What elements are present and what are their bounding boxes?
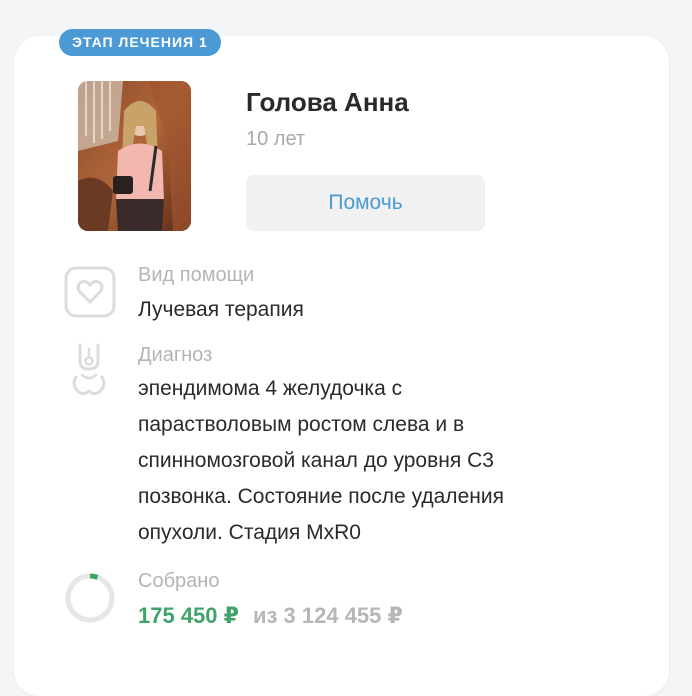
diagnosis-label: Диагноз: [138, 344, 213, 366]
goal-amount: из 3 124 455 ₽: [252, 603, 403, 628]
diagnosis-line: парастволовым ростом слева и в: [138, 413, 465, 436]
diagnosis-line: позвонка. Состояние после удаления: [138, 485, 504, 508]
diagnosis-line: опухоли. Стадия MxR0: [138, 521, 361, 544]
diagnosis-line: спинномозговой канал до уровня С3: [138, 449, 494, 472]
patient-name: Голова Анна: [246, 87, 409, 117]
patient-photo: [78, 81, 191, 231]
help-type-label: Вид помощи: [138, 264, 255, 286]
diagnosis-icon: [70, 343, 108, 399]
collected-summary: 175 450 ₽ из 3 124 455 ₽: [138, 603, 403, 629]
heart-icon: [64, 266, 116, 318]
collected-amount: 175 450 ₽: [138, 603, 239, 628]
help-type-value: Лучевая терапия: [138, 298, 304, 321]
progress-ring-icon: [64, 572, 116, 624]
collected-label: Собрано: [138, 570, 220, 592]
patient-age: 10 лет: [246, 128, 306, 150]
treatment-stage-badge: ЭТАП ЛЕЧЕНИЯ 1: [59, 29, 221, 56]
diagnosis-line: эпендимома 4 желудочка с: [138, 377, 403, 400]
help-button[interactable]: Помочь: [246, 175, 485, 231]
diagnosis-text: эпендимома 4 желудочка с парастволовым р…: [138, 371, 504, 551]
